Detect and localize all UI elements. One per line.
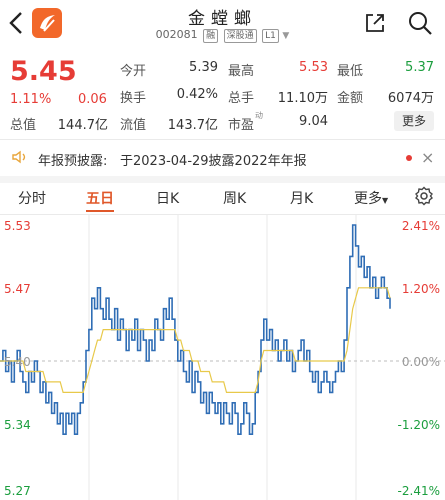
- tab-more[interactable]: 更多▼: [354, 188, 388, 208]
- active-tab-indicator: [86, 210, 114, 212]
- stock-code: 002081: [155, 28, 198, 41]
- stat-value-amount: 6074万: [387, 91, 434, 106]
- section-divider: [0, 176, 445, 183]
- search-icon[interactable]: [407, 10, 433, 36]
- tag-margin: 融: [203, 29, 219, 43]
- change-amount: 0.06: [78, 92, 107, 107]
- stat-value-high: 5.53: [299, 60, 328, 75]
- tag-connect: 深股通: [223, 29, 257, 43]
- y-tick-right: 0.00%: [402, 355, 440, 369]
- stat-label-amount: 金额: [337, 91, 364, 106]
- notice-text[interactable]: 于2023-04-29披露2022年年报: [120, 150, 307, 169]
- more-stats-button[interactable]: 更多: [394, 111, 434, 131]
- y-tick-left: 5.53: [4, 219, 31, 233]
- y-tick-left: 5.40: [4, 355, 31, 369]
- divider: [0, 139, 445, 140]
- y-tick-right: 1.20%: [402, 282, 440, 296]
- tab-monthly-k[interactable]: 月K: [290, 188, 313, 208]
- stat-value-low: 5.37: [405, 60, 434, 75]
- current-price: 5.45: [10, 56, 77, 87]
- chart-grid: [0, 215, 445, 500]
- stat-label-volume: 总手: [228, 91, 255, 106]
- y-tick-left: 5.27: [4, 484, 31, 498]
- speaker-icon: [12, 150, 26, 164]
- five-day-chart[interactable]: 5.53 5.47 5.40 5.34 5.27 2.41% 1.20% 0.00% -1.20…: [0, 215, 445, 500]
- stat-value-pe: 9.04: [299, 114, 328, 129]
- y-tick-left: 5.34: [4, 418, 31, 432]
- stat-label-pe: 市盈: [228, 118, 255, 133]
- tab-weekly-k[interactable]: 周K: [223, 188, 246, 208]
- y-tick-right: 2.41%: [402, 219, 440, 233]
- stat-value-float-cap: 143.7亿: [167, 118, 218, 133]
- stat-label-high: 最高: [228, 64, 255, 79]
- y-tick-left: 5.47: [4, 282, 31, 296]
- stat-label-market-cap: 总值: [10, 118, 37, 133]
- stat-label-turnover: 换手: [120, 91, 147, 106]
- stat-value-volume: 11.10万: [277, 91, 328, 106]
- stat-label-float-cap: 流值: [120, 118, 147, 133]
- stat-value-market-cap: 144.7亿: [57, 118, 108, 133]
- tag-level: L1: [262, 29, 279, 43]
- caret-down-icon: ▼: [382, 196, 389, 205]
- stat-label-open: 今开: [120, 64, 147, 79]
- unread-dot: [406, 155, 412, 161]
- tab-daily-k[interactable]: 日K: [156, 188, 179, 208]
- share-icon[interactable]: [364, 12, 386, 34]
- y-tick-right: -1.20%: [398, 418, 440, 432]
- stat-value-turnover: 0.42%: [176, 87, 218, 102]
- gear-icon[interactable]: [414, 186, 434, 206]
- tab-five-day[interactable]: 五日: [86, 188, 114, 208]
- tab-more-label: 更多: [354, 191, 382, 207]
- price-line: [0, 224, 391, 435]
- stat-value-open: 5.39: [189, 60, 218, 75]
- notice-title: 年报预披露:: [38, 154, 108, 169]
- y-tick-right: -2.41%: [398, 484, 440, 498]
- stat-label-low: 最低: [337, 64, 364, 79]
- caret-down-icon[interactable]: ▼: [282, 31, 289, 41]
- tab-intraday[interactable]: 分时: [18, 188, 46, 208]
- chart-axis-labels: 5.53 5.47 5.40 5.34 5.27 2.41% 1.20% 0.00% -1.20…: [4, 219, 440, 498]
- close-icon[interactable]: ×: [421, 148, 434, 167]
- chart-lines: [0, 224, 391, 435]
- change-percent: 1.11%: [10, 92, 52, 107]
- pe-superscript: 动: [255, 111, 263, 120]
